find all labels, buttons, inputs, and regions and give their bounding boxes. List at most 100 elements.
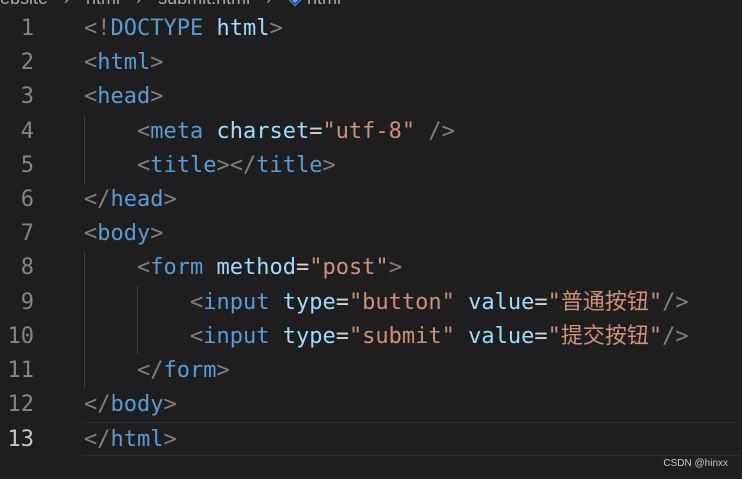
token-str: "提交按钮" xyxy=(547,323,663,349)
token-tag: body xyxy=(97,221,151,247)
token-punct: > xyxy=(388,255,402,281)
breadcrumb-item-folder[interactable]: ebsite xyxy=(0,0,48,8)
token-eq: = xyxy=(309,118,323,144)
line-number: 10 xyxy=(7,323,35,349)
token-attr: type xyxy=(282,289,336,315)
breadcrumb-item-folder-html[interactable]: html xyxy=(86,0,120,8)
token-punct: /> xyxy=(428,118,455,144)
token-tag: input xyxy=(203,289,270,315)
token-tag: title xyxy=(150,152,217,178)
watermark: CSDN @hinxx xyxy=(663,458,728,469)
token-punct: /> xyxy=(662,323,689,349)
code-line[interactable]: 11 </form> xyxy=(0,354,742,388)
token-attr: value xyxy=(468,323,535,349)
code-line[interactable]: 10 <input type="submit" value="提交按钮"/> xyxy=(0,320,742,354)
token-tag: form xyxy=(163,358,217,383)
line-code: <meta charset="utf-8" /> xyxy=(84,115,455,149)
token-punct: > xyxy=(150,50,164,76)
token-eq: = xyxy=(335,289,349,315)
token-tag: title xyxy=(256,152,323,178)
token-punct: > xyxy=(216,358,230,383)
token-attr: html xyxy=(216,16,270,41)
line-code: <input type="submit" value="提交按钮"/> xyxy=(84,320,689,354)
token-punct: > xyxy=(163,392,177,418)
token-str: "button" xyxy=(348,289,455,315)
token-tag: html xyxy=(97,50,151,76)
code-line[interactable]: 13 </html> xyxy=(8,422,742,457)
line-number: 5 xyxy=(20,152,34,178)
line-number: 3 xyxy=(20,84,34,110)
token-punct: </ xyxy=(84,187,111,212)
token-punct: ></ xyxy=(216,152,257,178)
token-punct: </ xyxy=(136,358,164,383)
token-str: "普通按钮" xyxy=(547,289,663,315)
line-number: 13 xyxy=(7,427,35,453)
token-punct: > xyxy=(163,187,177,212)
token-punct: < xyxy=(189,289,204,315)
line-number: 4 xyxy=(20,118,34,144)
line-number: 6 xyxy=(20,187,34,212)
token-tag: form xyxy=(150,255,204,281)
token-punct: < xyxy=(136,152,151,178)
breadcrumb-separator-icon: › xyxy=(64,0,70,8)
token-punct: > xyxy=(163,427,177,453)
code-line[interactable]: 9 <input type="button" value="普通按钮"/> xyxy=(0,286,742,320)
token-attr: charset xyxy=(216,118,310,144)
code-line[interactable]: 6 </head> xyxy=(0,183,742,217)
line-code: </form> xyxy=(84,354,230,388)
code-line[interactable]: 2 <html> xyxy=(0,46,742,80)
token-punct: <! xyxy=(84,16,111,41)
token-punct: > xyxy=(150,221,164,247)
code-line[interactable]: 8 <form method="post"> xyxy=(0,251,742,285)
breadcrumb-item-symbol[interactable]: html xyxy=(307,0,341,8)
token-punct: < xyxy=(136,255,151,281)
code-line[interactable]: 4 <meta charset="utf-8" /> xyxy=(0,115,742,149)
token-eq: = xyxy=(295,255,310,281)
code-line[interactable]: 1 <!DOCTYPE html> xyxy=(0,12,742,46)
token-doctype: DOCTYPE xyxy=(110,16,204,41)
line-number: 2 xyxy=(20,50,34,76)
token-punct: > xyxy=(150,84,164,110)
code-line[interactable]: 12 </body> xyxy=(0,388,742,422)
line-number: 11 xyxy=(7,358,35,383)
line-number: 1 xyxy=(20,16,34,41)
token-attr: method xyxy=(216,255,296,281)
line-number: 9 xyxy=(20,289,34,315)
html-element-icon: ◈ xyxy=(288,0,302,8)
line-code: <form method="post"> xyxy=(84,251,402,285)
line-code: <input type="button" value="普通按钮"/> xyxy=(84,286,689,320)
code-line[interactable]: 3 <head> xyxy=(0,80,742,114)
code-line[interactable]: 7 <body> xyxy=(0,217,742,251)
line-code: </body> xyxy=(84,388,177,422)
line-code: <title></title> xyxy=(84,149,336,183)
token-eq: = xyxy=(534,323,548,349)
code-editor[interactable]: ebsite › html › submit.html › ◈ html 1 <!DOCTYP… xyxy=(0,0,742,479)
breadcrumb: ebsite › html › submit.html › ◈ html xyxy=(0,0,341,8)
line-code: <html> xyxy=(84,46,163,80)
token-str: "submit" xyxy=(348,323,455,349)
token-attr: value xyxy=(468,289,535,315)
token-punct: > xyxy=(269,16,283,41)
line-code: <!DOCTYPE html> xyxy=(84,12,283,46)
token-tag: input xyxy=(203,323,270,349)
token-eq: = xyxy=(534,289,548,315)
token-punct: < xyxy=(84,84,98,110)
token-punct: < xyxy=(84,221,98,247)
token-tag: body xyxy=(110,392,164,418)
breadcrumb-separator-icon: › xyxy=(136,0,142,8)
code-line[interactable]: 5 <title></title> xyxy=(0,149,742,183)
breadcrumb-item-file[interactable]: submit.html xyxy=(158,0,250,8)
